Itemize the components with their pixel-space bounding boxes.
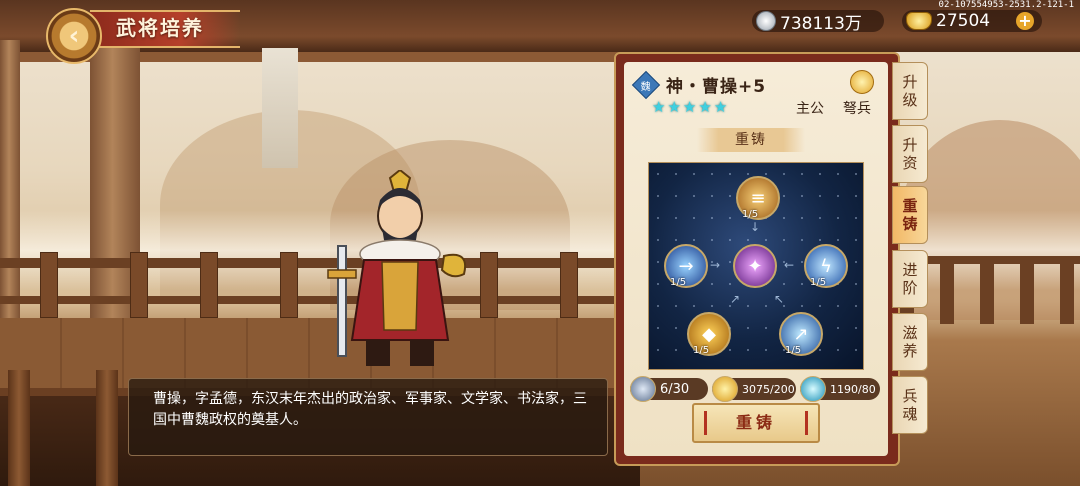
hero-bio-text: 曹操，字孟德，东汉末年杰出的政治家、军事家、文学家、书法家，三国中曹魏政权的奠基… [153, 391, 587, 428]
tab-aptitude[interactable]: 升资 [892, 125, 928, 183]
railing-post [560, 252, 578, 318]
railing-post [200, 252, 218, 318]
railing-post [130, 252, 148, 318]
wind-slash-skill-icon: → [678, 255, 694, 277]
skill-node-right[interactable]: ϟ 1/5 [804, 244, 848, 288]
tab-soldier-soul[interactable]: 兵魂 [892, 376, 928, 434]
tab-nourish[interactable]: 滋养 [892, 313, 928, 371]
skill-node-center[interactable]: ✦ [733, 244, 777, 288]
hero-bio-box: 曹操，字孟德，东汉末年杰出的政治家、军事家、文学家、书法家，三国中曹魏政权的奠基… [128, 378, 608, 456]
hero-seal-icon[interactable] [850, 70, 874, 94]
ice-blade-skill-icon: ↗ [793, 323, 809, 345]
hero-name-row: 魏 神・曹操+5 [631, 70, 767, 99]
spirit-orb-icon [800, 376, 826, 402]
star-rating: ★ ★ ★ ★ ★ [652, 98, 727, 116]
front-post [96, 370, 118, 486]
spirit-orb-counter: 1190/80 [800, 376, 880, 402]
gold-ingot-icon [906, 12, 932, 30]
front-post [8, 370, 30, 486]
gold-ingot-icon [712, 376, 738, 402]
hero-portrait [327, 170, 466, 366]
hero-name: 神・曹操+5 [666, 77, 767, 97]
railing-post [480, 252, 498, 318]
silver-coin-icon [756, 11, 776, 31]
hero-shard-icon [630, 376, 656, 402]
railing-post [40, 252, 58, 318]
skill-node-bottom-right[interactable]: ↗ 1/5 [779, 312, 823, 356]
star-icon: ★ [667, 98, 681, 116]
star-icon: ★ [698, 98, 712, 116]
skill-node-top[interactable]: ≡ 1/5 [736, 176, 780, 220]
arrow-down-icon: ↓ [750, 220, 761, 234]
back-button[interactable]: ‹ [46, 8, 102, 64]
tab-upgrade[interactable]: 升级 [892, 62, 928, 120]
gold-amount: 27504 [936, 11, 991, 31]
golden-shield-icon: ◆ [702, 323, 716, 345]
scroll-skill-icon: ≡ [750, 187, 766, 209]
hero-troop-type: 弩兵 [843, 101, 871, 117]
build-id: 02-107554953-2531.2-121-1 [938, 0, 1074, 10]
lightning-skill-icon: ϟ [820, 255, 832, 277]
skill-node-bottom-left[interactable]: ◆ 1/5 [687, 312, 731, 356]
arrow-right-icon: → [710, 258, 721, 272]
reforge-button[interactable]: 重铸 [692, 403, 820, 443]
add-gold-button[interactable]: + [1016, 12, 1034, 30]
skill-node-left[interactable]: → 1/5 [664, 244, 708, 288]
star-icon: ★ [682, 98, 697, 116]
tab-reforge[interactable]: 重铸 [892, 186, 928, 244]
back-arrow-icon: ‹ [68, 21, 80, 51]
hero-shard-counter: 6/30 [630, 376, 708, 402]
gold-currency: 27504 + [902, 10, 1042, 32]
star-icon: ★ [652, 98, 666, 116]
silver-currency: 738113万 [752, 10, 884, 34]
arrow-left-icon: ← [784, 258, 795, 272]
arrow-up-left-icon: ↖ [774, 292, 785, 306]
kingdom-badge: 魏 [631, 70, 661, 99]
railing-post [280, 252, 298, 318]
demon-core-icon: ✦ [747, 255, 763, 277]
section-title: 重铸 [697, 128, 805, 152]
arrow-up-right-icon: ↗ [730, 292, 741, 306]
tab-advance[interactable]: 进阶 [892, 250, 928, 308]
hero-role: 主公 [796, 101, 824, 117]
silver-amount: 738113万 [780, 13, 862, 34]
page-title: 武将培养 [116, 16, 204, 40]
hanging-banner [262, 48, 298, 168]
gold-ingot-counter: 3075/200 [712, 376, 796, 402]
star-icon: ★ [713, 98, 728, 116]
